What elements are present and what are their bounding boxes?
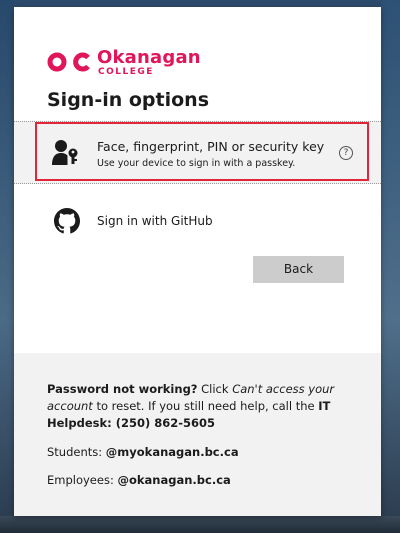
github-option-label[interactable]: Sign in with GitHub — [97, 214, 213, 228]
back-button[interactable]: Back — [253, 256, 344, 283]
passkey-option-subtitle: Use your device to sign in with a passke… — [97, 158, 296, 169]
github-icon — [54, 208, 80, 238]
employees-label: Employees: — [47, 473, 118, 487]
passkey-user-key-icon — [52, 139, 80, 169]
background-right — [381, 0, 400, 533]
background-left — [0, 0, 14, 533]
question-circle-icon[interactable]: ? — [339, 146, 353, 160]
logo-name: Okanagan — [97, 47, 201, 68]
page-title: Sign-in options — [47, 89, 210, 111]
students-domain-text: Students: @myokanagan.bc.ca — [47, 444, 347, 461]
help-bold-text: Password not working? — [47, 382, 198, 396]
help-text-part1: Click — [197, 382, 233, 396]
passkey-option-title[interactable]: Face, fingerprint, PIN or security key — [97, 139, 324, 154]
employees-domain: @okanagan.bc.ca — [117, 473, 231, 487]
github-option[interactable]: Sign in with GitHub — [14, 199, 381, 243]
sign-in-card: Okanagan COLLEGE Sign-in options Face, f… — [14, 7, 381, 516]
employees-domain-text: Employees: @okanagan.bc.ca — [47, 472, 347, 489]
students-label: Students: — [47, 445, 106, 459]
students-domain: @myokanagan.bc.ca — [105, 445, 239, 459]
oc-logo-mark — [47, 52, 90, 72]
password-help-text: Password not working? Click Can't access… — [47, 381, 347, 432]
logo-subtitle: COLLEGE — [98, 67, 154, 77]
help-text-part2: to reset. If you still need help, call t… — [92, 399, 319, 413]
background-bottom — [0, 516, 400, 533]
help-footer: Password not working? Click Can't access… — [14, 353, 381, 516]
